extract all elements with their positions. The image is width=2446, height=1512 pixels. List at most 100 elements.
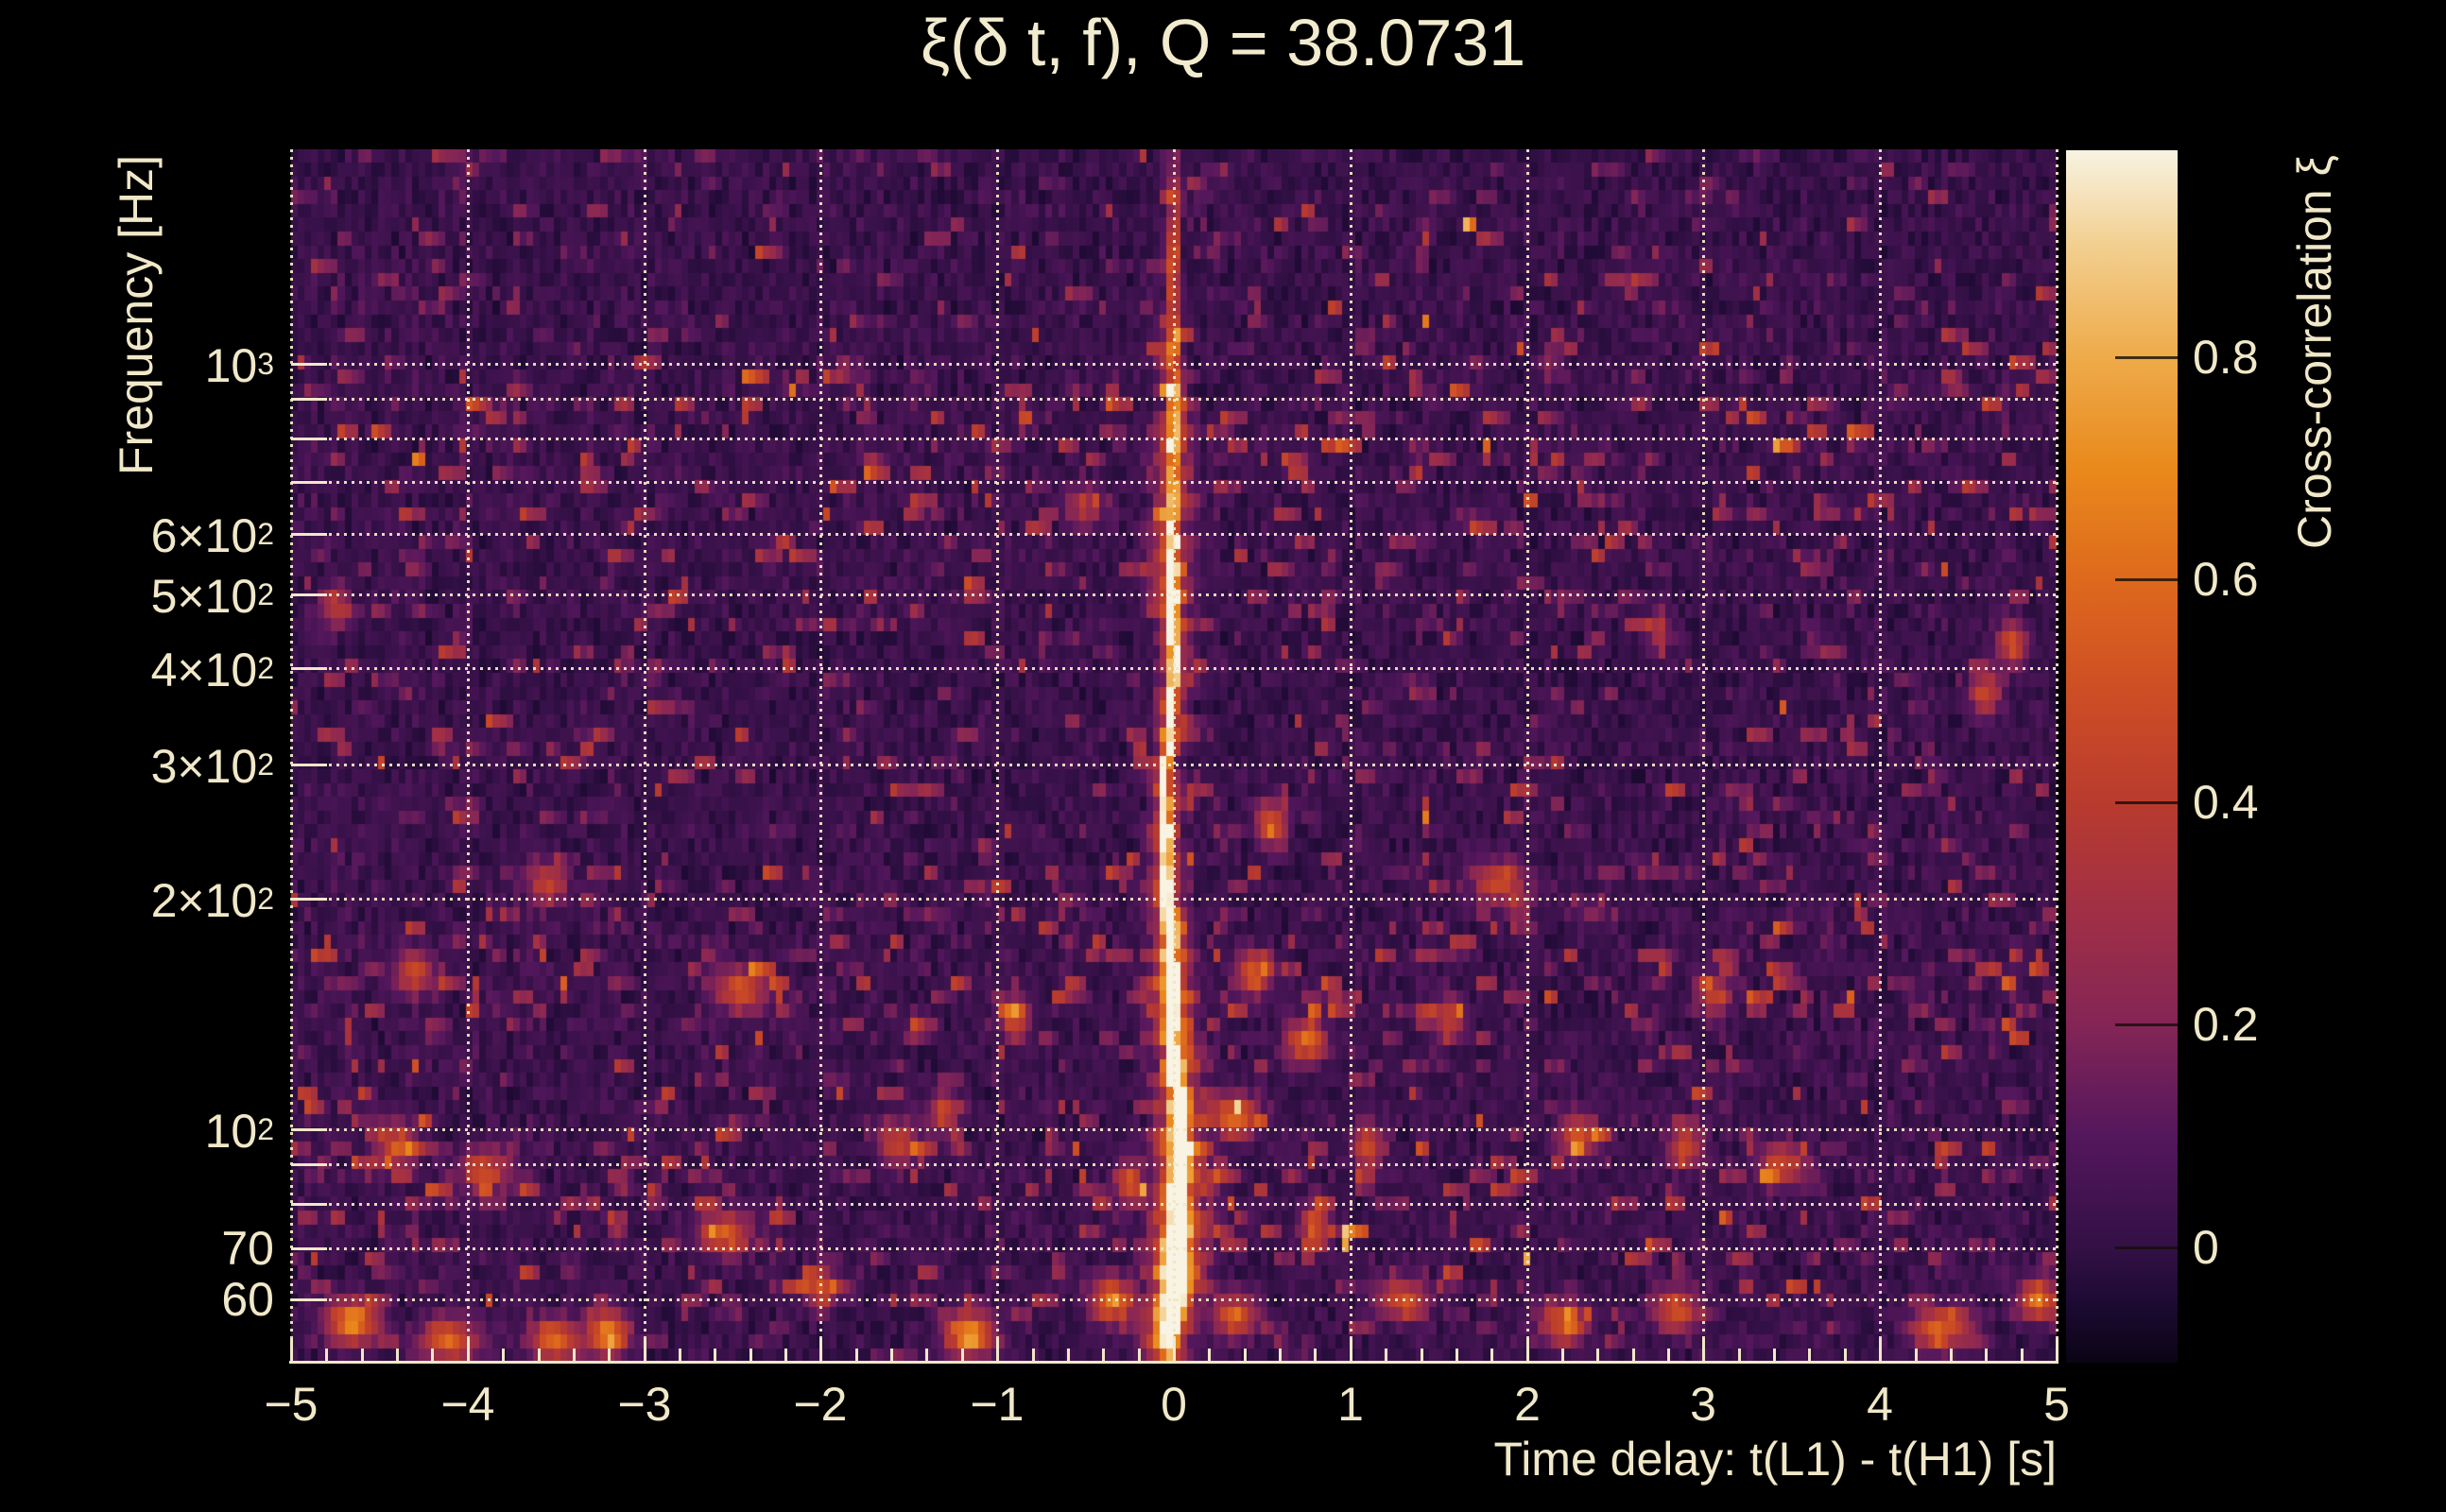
- y-gridline: [291, 363, 2057, 366]
- x-tick-minor: [361, 1349, 364, 1363]
- x-gridline: [467, 149, 470, 1363]
- y-tick: [291, 1298, 327, 1301]
- x-tick-minor: [714, 1349, 716, 1363]
- figure: ξ(δ t, f), Q = 38.0731 Frequency [Hz] −5…: [0, 0, 2446, 1512]
- x-tick: [2056, 1338, 2058, 1363]
- x-gridline: [290, 149, 293, 1363]
- y-tick-label: 4×102: [150, 644, 274, 696]
- x-tick-minor: [1421, 1349, 1423, 1363]
- colorbar-tick: [2115, 801, 2178, 804]
- x-tick-minor: [890, 1349, 893, 1363]
- colorbar-tick: [2115, 1246, 2178, 1249]
- colorbar-tick-label: 0.6: [2193, 553, 2259, 606]
- colorbar-tick: [2115, 578, 2178, 581]
- y-tick-label: 103: [204, 339, 274, 392]
- x-tick: [467, 1338, 470, 1363]
- x-tick-minor: [573, 1349, 576, 1363]
- x-tick-minor: [1738, 1349, 1741, 1363]
- x-tick-label: −4: [440, 1378, 495, 1431]
- x-tick-minor: [1067, 1349, 1070, 1363]
- y-tick: [291, 764, 327, 766]
- x-tick: [1173, 1338, 1176, 1363]
- colorbar-tick-label: 0.8: [2193, 331, 2259, 384]
- x-tick-minor: [1279, 1349, 1282, 1363]
- x-tick-minor: [1667, 1349, 1670, 1363]
- y-tick: [291, 533, 327, 536]
- x-tick-minor: [502, 1349, 505, 1363]
- x-tick-label: 1: [1337, 1378, 1364, 1431]
- y-gridline: [291, 667, 2057, 670]
- x-tick-minor: [1808, 1349, 1811, 1363]
- x-tick-label: −5: [264, 1378, 319, 1431]
- x-tick-minor: [538, 1349, 541, 1363]
- x-tick-label: 4: [1867, 1378, 1893, 1431]
- x-tick-minor: [1596, 1349, 1599, 1363]
- x-axis-title: Time delay: t(L1) - t(H1) [s]: [1493, 1433, 2057, 1486]
- y-gridline: [291, 1128, 2057, 1131]
- colorbar-tick: [2115, 356, 2178, 359]
- x-gridline: [1526, 149, 1529, 1363]
- x-gridline: [644, 149, 646, 1363]
- x-gridline: [1879, 149, 1882, 1363]
- y-tick: [291, 1128, 327, 1131]
- x-gridline: [1173, 149, 1176, 1363]
- colorbar-tick-label: 0.4: [2193, 776, 2259, 829]
- x-tick-label: −3: [617, 1378, 672, 1431]
- colorbar-title-text: Cross-correlation ξ: [2288, 155, 2341, 549]
- x-tick-minor: [1915, 1349, 1918, 1363]
- x-gridline: [819, 149, 822, 1363]
- y-tick: [291, 1163, 327, 1166]
- y-gridline: [291, 593, 2057, 596]
- x-tick-label: 2: [1514, 1378, 1541, 1431]
- y-axis-title-text: Frequency [Hz]: [110, 154, 163, 475]
- x-gridline: [2056, 149, 2058, 1363]
- x-tick-minor: [679, 1349, 681, 1363]
- colorbar-title: Cross-correlation ξ: [2288, 154, 2341, 549]
- y-tick: [291, 481, 327, 484]
- x-tick-label: 5: [2043, 1378, 2070, 1431]
- x-gridline: [1702, 149, 1705, 1363]
- x-tick-label: −2: [793, 1378, 848, 1431]
- y-tick-label: 60: [221, 1273, 274, 1326]
- y-gridline: [291, 764, 2057, 766]
- x-tick-minor: [855, 1349, 858, 1363]
- colorbar-tick: [2115, 1023, 2178, 1026]
- x-tick: [1702, 1338, 1705, 1363]
- y-gridline: [291, 1298, 2057, 1301]
- x-tick: [1879, 1338, 1882, 1363]
- x-tick-minor: [1985, 1349, 1988, 1363]
- x-tick-minor: [396, 1349, 399, 1363]
- y-tick: [291, 363, 327, 366]
- x-gridline: [1350, 149, 1352, 1363]
- y-tick: [291, 1203, 327, 1206]
- x-tick: [996, 1338, 999, 1363]
- x-tick-minor: [1208, 1349, 1211, 1363]
- y-gridline: [291, 398, 2057, 401]
- y-tick: [291, 1247, 327, 1250]
- x-tick-minor: [961, 1349, 964, 1363]
- x-tick-minor: [608, 1349, 611, 1363]
- x-tick-minor: [431, 1349, 434, 1363]
- x-tick-minor: [784, 1349, 787, 1363]
- x-tick-minor: [1102, 1349, 1105, 1363]
- y-tick-label: 70: [221, 1222, 274, 1275]
- y-tick: [291, 398, 327, 401]
- y-tick-label: 2×102: [150, 874, 274, 927]
- x-tick-minor: [1632, 1349, 1635, 1363]
- x-tick-minor: [1844, 1349, 1847, 1363]
- y-tick: [291, 593, 327, 596]
- x-tick: [644, 1338, 646, 1363]
- y-tick: [291, 667, 327, 670]
- x-tick-minor: [1490, 1349, 1493, 1363]
- y-tick-label: 6×102: [150, 509, 274, 562]
- x-tick-minor: [1138, 1349, 1141, 1363]
- x-tick-minor: [1314, 1349, 1317, 1363]
- colorbar: [2066, 150, 2178, 1363]
- x-tick-minor: [1950, 1349, 1953, 1363]
- x-tick-minor: [1456, 1349, 1458, 1363]
- x-tick: [290, 1338, 293, 1363]
- y-gridline: [291, 533, 2057, 536]
- y-tick: [291, 898, 327, 901]
- x-tick-minor: [325, 1349, 328, 1363]
- x-tick: [819, 1338, 822, 1363]
